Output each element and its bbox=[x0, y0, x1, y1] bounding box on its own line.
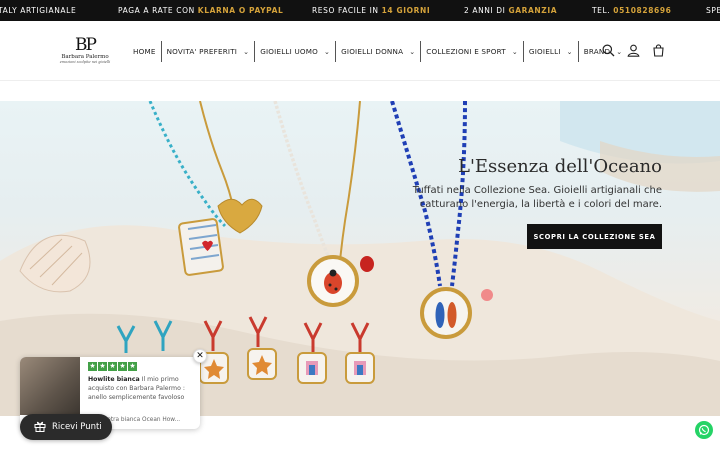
nav-item-novita-preferiti[interactable]: NOVITA' PREFERITI ⌄ bbox=[162, 41, 255, 62]
close-review-button[interactable]: ✕ bbox=[193, 349, 207, 363]
announcement-item: TEL. 0510828696 bbox=[592, 6, 672, 15]
nav-label: COLLEZIONI E SPORT bbox=[426, 47, 506, 56]
announcement-item: RESO FACILE IN 14 GIORNI bbox=[312, 6, 431, 15]
whatsapp-icon bbox=[698, 424, 710, 436]
whatsapp-button[interactable] bbox=[695, 421, 713, 439]
rewards-label: Ricevi Punti bbox=[52, 422, 102, 432]
announcement-item: PAGA A RATE CON KLARNA O PAYPAL bbox=[118, 6, 284, 15]
chevron-down-icon: ⌄ bbox=[324, 47, 331, 56]
hero-subtitle: Tuffati nella Collezione Sea. Gioielli a… bbox=[412, 185, 662, 210]
main-nav: HOME NOVITA' PREFERITI ⌄ GIOIELLI UOMO ⌄ G… bbox=[128, 41, 627, 62]
chevron-down-icon: ⌄ bbox=[243, 47, 250, 56]
chevron-down-icon: ⌄ bbox=[511, 47, 518, 56]
nav-label: GIOIELLI bbox=[528, 47, 561, 56]
chevron-down-icon: ⌄ bbox=[566, 47, 573, 56]
close-icon: ✕ bbox=[196, 351, 204, 361]
site-header: BP Barbara Palermo emozioni scolpite nei… bbox=[0, 21, 720, 81]
nav-label: GIOIELLI UOMO bbox=[260, 47, 319, 56]
brand-logo[interactable]: BP Barbara Palermo emozioni scolpite nei… bbox=[58, 37, 112, 69]
nav-item-gioielli-donna[interactable]: GIOIELLI DONNA ⌄ bbox=[336, 41, 420, 62]
announcement-bar: TALY ARTIGIANALE PAGA A RATE CON KLARNA … bbox=[0, 0, 720, 21]
review-product: pietra bianca Ocean How... bbox=[102, 417, 181, 423]
review-photo bbox=[20, 357, 80, 415]
announcement-item: 2 ANNI DI GARANZIA bbox=[464, 6, 558, 15]
star-icon: ★ bbox=[88, 362, 97, 371]
nav-label: HOME bbox=[133, 47, 156, 56]
nav-label: GIOIELLI DONNA bbox=[341, 47, 404, 56]
announcement-item: SPE bbox=[706, 6, 720, 15]
review-text: Howlite bianca Il mio primo acquisto con… bbox=[88, 375, 194, 402]
star-icon: ★ bbox=[128, 362, 137, 371]
chevron-down-icon: ⌄ bbox=[409, 47, 416, 56]
nav-item-gioielli-uomo[interactable]: GIOIELLI UOMO ⌄ bbox=[255, 41, 335, 62]
star-icon: ★ bbox=[108, 362, 117, 371]
nav-item-home[interactable]: HOME bbox=[128, 41, 161, 62]
review-stars: ★ ★ ★ ★ ★ bbox=[88, 362, 137, 371]
rewards-button[interactable]: Ricevi Punti bbox=[20, 414, 112, 440]
search-icon[interactable] bbox=[601, 43, 616, 58]
review-author: Howlite bianca bbox=[88, 376, 140, 383]
logo-monogram: BP bbox=[75, 35, 97, 55]
star-icon: ★ bbox=[118, 362, 127, 371]
discover-collection-button[interactable]: SCOPRI LA COLLEZIONE SEA bbox=[527, 224, 662, 249]
nav-item-gioielli[interactable]: GIOIELLI ⌄ bbox=[524, 41, 578, 62]
nav-item-collezioni-sport[interactable]: COLLEZIONI E SPORT ⌄ bbox=[421, 41, 523, 62]
header-icons bbox=[601, 43, 666, 58]
star-icon: ★ bbox=[98, 362, 107, 371]
account-icon[interactable] bbox=[626, 43, 641, 58]
nav-label: NOVITA' PREFERITI bbox=[166, 47, 238, 56]
hero-title: L'Essenza dell'Oceano bbox=[458, 156, 662, 177]
announcement-item: TALY ARTIGIANALE bbox=[0, 6, 77, 15]
gift-icon bbox=[34, 420, 46, 435]
cart-icon[interactable] bbox=[651, 43, 666, 58]
logo-tagline: emozioni scolpite nei gioielli bbox=[59, 60, 111, 64]
